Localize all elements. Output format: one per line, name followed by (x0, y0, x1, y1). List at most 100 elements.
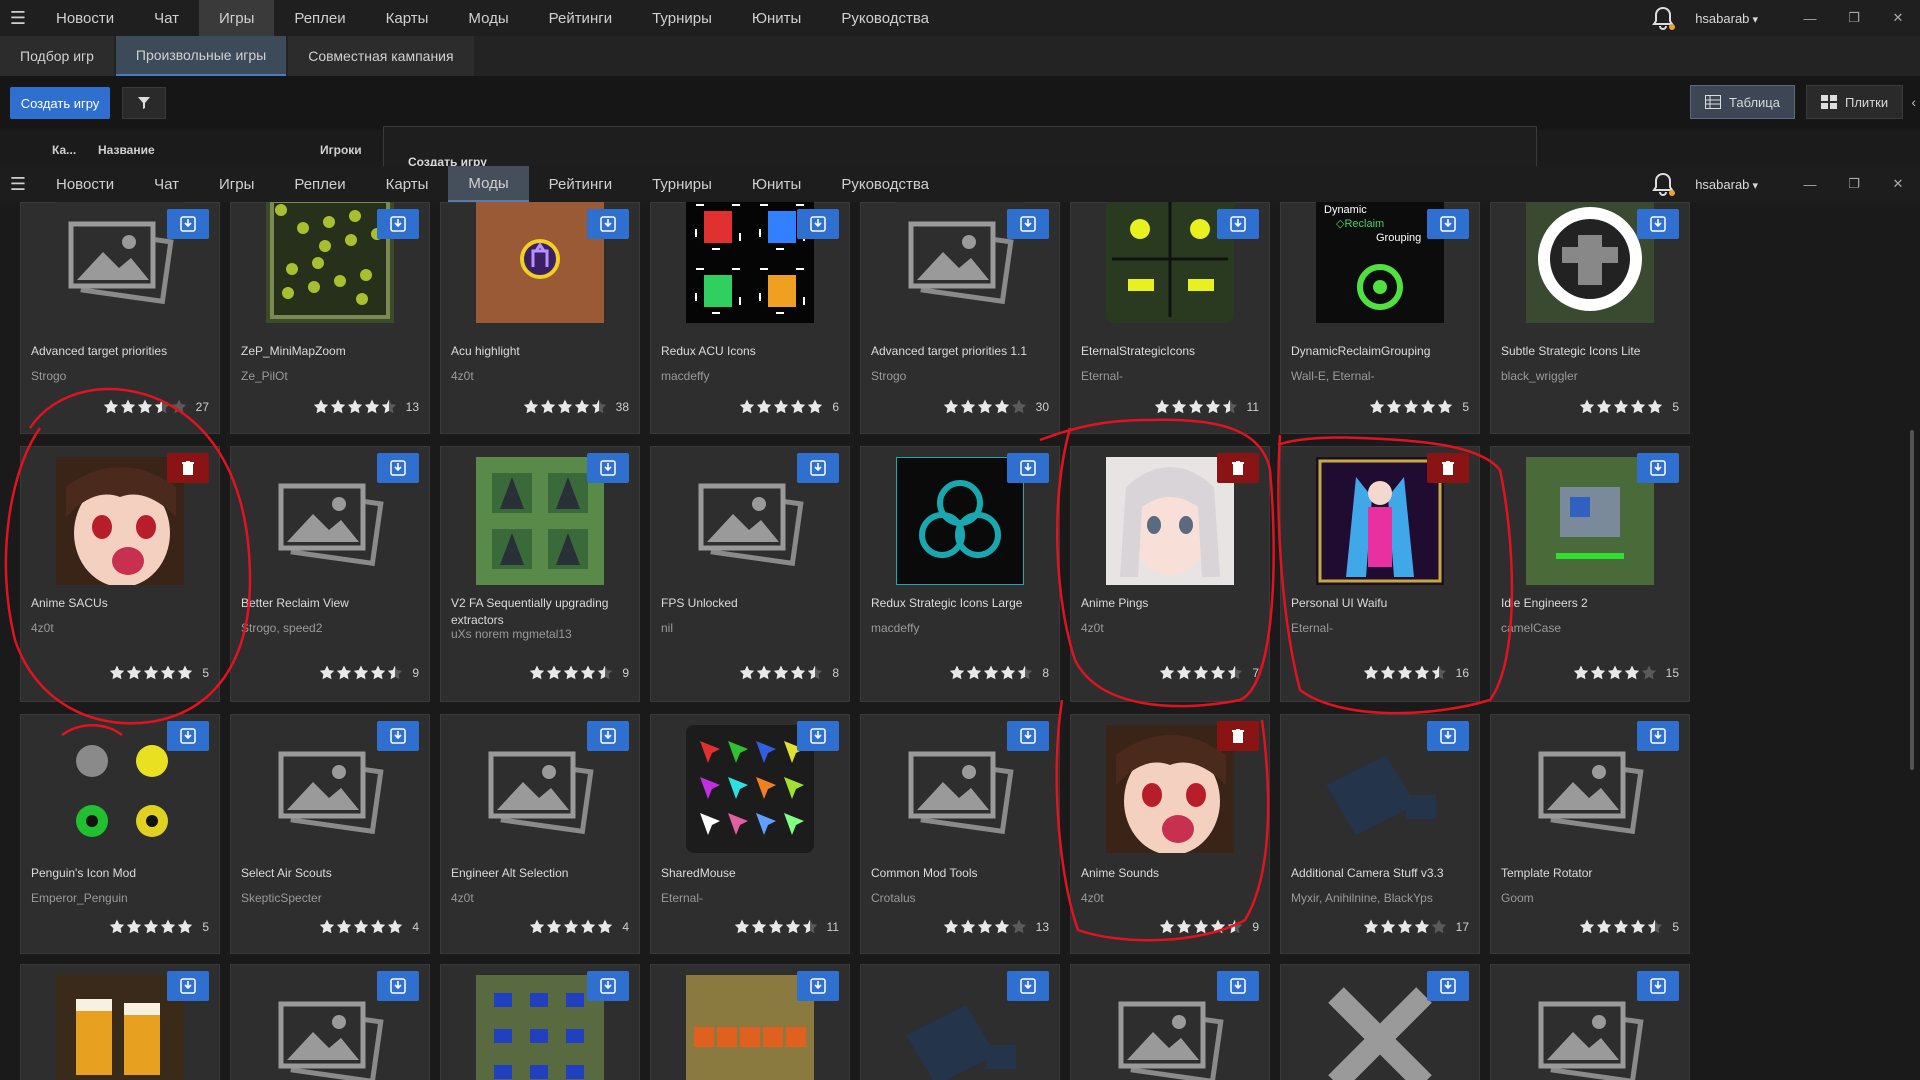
nav-item[interactable]: Руководства (821, 166, 949, 202)
nav-item[interactable]: Турниры (632, 0, 732, 36)
mod-card[interactable]: Common Mod Tools Crotalus 13 (860, 714, 1060, 954)
create-game-button[interactable]: Создать игру (10, 87, 110, 119)
mod-card[interactable] (1490, 964, 1690, 1080)
install-mod-button[interactable] (1007, 971, 1049, 1001)
mod-card[interactable] (650, 964, 850, 1080)
install-mod-button[interactable] (587, 209, 629, 239)
mod-card[interactable]: Redux Strategic Icons Large macdeffy 8 (860, 446, 1060, 702)
install-mod-button[interactable] (167, 209, 209, 239)
subtab[interactable]: Подбор игр (0, 36, 114, 76)
mod-card[interactable]: Advanced target priorities Strogo 27 (20, 202, 220, 434)
mod-card[interactable]: Template Rotator Goom 5 (1490, 714, 1690, 954)
mod-card[interactable]: Additional Camera Stuff v3.3 Myxir, Anihi… (1280, 714, 1480, 954)
nav-item[interactable]: Новости (36, 166, 134, 202)
install-mod-button[interactable] (377, 453, 419, 483)
nav-item[interactable]: Новости (36, 0, 134, 36)
uninstall-mod-button[interactable] (1217, 721, 1259, 751)
nav-item[interactable]: Чат (134, 166, 199, 202)
nav-item[interactable]: Рейтинги (529, 0, 632, 36)
subtab[interactable]: Совместная кампания (288, 36, 474, 76)
view-table-button[interactable]: Таблица (1690, 85, 1795, 119)
uninstall-mod-button[interactable] (1427, 453, 1469, 483)
col-players-header[interactable]: Игроки (320, 143, 362, 157)
install-mod-button[interactable] (587, 721, 629, 751)
collapse-panel-icon[interactable]: ‹ (1911, 94, 1916, 110)
col-name-header[interactable]: Название (98, 143, 155, 157)
subtab[interactable]: Произвольные игры (115, 36, 287, 76)
notification-bell-icon[interactable] (1649, 4, 1677, 32)
mod-card[interactable]: Redux ACU Icons macdeffy 6 (650, 202, 850, 434)
install-mod-button[interactable] (1637, 971, 1679, 1001)
nav-item[interactable]: Карты (366, 0, 449, 36)
nav-item[interactable]: Турниры (632, 166, 732, 202)
hamburger-menu-icon[interactable]: ☰ (0, 8, 36, 29)
mod-card[interactable]: SharedMouse Eternal- 11 (650, 714, 850, 954)
mod-card[interactable]: Anime Sounds 4z0t 9 (1070, 714, 1270, 954)
close-button[interactable]: ✕ (1876, 176, 1920, 192)
view-tiles-button[interactable]: Плитки (1806, 85, 1904, 119)
mod-card[interactable]: EternalStrategicIcons Eternal- 11 (1070, 202, 1270, 434)
mod-card[interactable]: Anime Pings 4z0t 7 (1070, 446, 1270, 702)
install-mod-button[interactable] (587, 453, 629, 483)
mods-scrollbar[interactable] (1910, 430, 1914, 770)
install-mod-button[interactable] (377, 209, 419, 239)
install-mod-button[interactable] (167, 721, 209, 751)
install-mod-button[interactable] (797, 453, 839, 483)
install-mod-button[interactable] (1217, 209, 1259, 239)
maximize-button[interactable]: ❐ (1832, 176, 1876, 192)
col-category-header[interactable]: Ка... (52, 143, 76, 157)
mod-card[interactable]: V2 FA Sequentially upgrading extractors u… (440, 446, 640, 702)
nav-item[interactable]: Чат (134, 0, 199, 36)
nav-item[interactable]: Реплеи (274, 166, 365, 202)
mod-card[interactable]: Anime SACUs 4z0t 5 (20, 446, 220, 702)
minimize-button[interactable]: — (1788, 177, 1832, 192)
mod-card[interactable]: Personal UI Waifu Eternal- 16 (1280, 446, 1480, 702)
mod-card[interactable]: Engineer Alt Selection 4z0t 4 (440, 714, 640, 954)
mod-card[interactable] (440, 964, 640, 1080)
install-mod-button[interactable] (1007, 209, 1049, 239)
install-mod-button[interactable] (1007, 721, 1049, 751)
uninstall-mod-button[interactable] (1217, 453, 1259, 483)
install-mod-button[interactable] (1427, 209, 1469, 239)
install-mod-button[interactable] (377, 971, 419, 1001)
mod-card[interactable]: Penguin's Icon Mod Emperor_Penguin 5 (20, 714, 220, 954)
install-mod-button[interactable] (1427, 971, 1469, 1001)
nav-item[interactable]: Юниты (732, 0, 821, 36)
mod-card[interactable] (860, 964, 1060, 1080)
install-mod-button[interactable] (1217, 971, 1259, 1001)
mod-card[interactable]: Idle Engineers 2 camelCase 15 (1490, 446, 1690, 702)
notification-bell-icon[interactable] (1649, 170, 1677, 198)
mod-card[interactable]: ZeP_MiniMapZoom Ze_PilOt 13 (230, 202, 430, 434)
nav-item[interactable]: Карты (366, 166, 449, 202)
mod-card[interactable]: FPS Unlocked nil 8 (650, 446, 850, 702)
mod-card[interactable] (1280, 964, 1480, 1080)
nav-item[interactable]: Юниты (732, 166, 821, 202)
mod-card[interactable] (230, 964, 430, 1080)
minimize-button[interactable]: — (1788, 11, 1832, 26)
install-mod-button[interactable] (1007, 453, 1049, 483)
user-menu[interactable]: hsabarab (1695, 177, 1758, 192)
close-button[interactable]: ✕ (1876, 10, 1920, 26)
filter-button[interactable] (122, 87, 166, 119)
install-mod-button[interactable] (587, 971, 629, 1001)
install-mod-button[interactable] (1427, 721, 1469, 751)
nav-item[interactable]: Руководства (821, 0, 949, 36)
install-mod-button[interactable] (167, 971, 209, 1001)
install-mod-button[interactable] (797, 209, 839, 239)
nav-item[interactable]: Рейтинги (529, 166, 632, 202)
mod-card[interactable]: Advanced target priorities 1.1 Strogo 30 (860, 202, 1060, 434)
install-mod-button[interactable] (1637, 453, 1679, 483)
nav-item[interactable]: Игры (198, 0, 275, 36)
hamburger-menu-icon[interactable]: ☰ (0, 174, 36, 195)
user-menu[interactable]: hsabarab (1695, 11, 1758, 26)
mod-card[interactable]: Acu highlight 4z0t 38 (440, 202, 640, 434)
maximize-button[interactable]: ❐ (1832, 10, 1876, 26)
nav-item[interactable]: Реплеи (274, 0, 365, 36)
nav-item[interactable]: Моды (448, 166, 529, 202)
mod-card[interactable] (1070, 964, 1270, 1080)
nav-item[interactable]: Игры (199, 166, 274, 202)
mod-card[interactable] (20, 964, 220, 1080)
install-mod-button[interactable] (377, 721, 419, 751)
install-mod-button[interactable] (797, 971, 839, 1001)
mod-card[interactable]: Better Reclaim View Strogo, speed2 9 (230, 446, 430, 702)
